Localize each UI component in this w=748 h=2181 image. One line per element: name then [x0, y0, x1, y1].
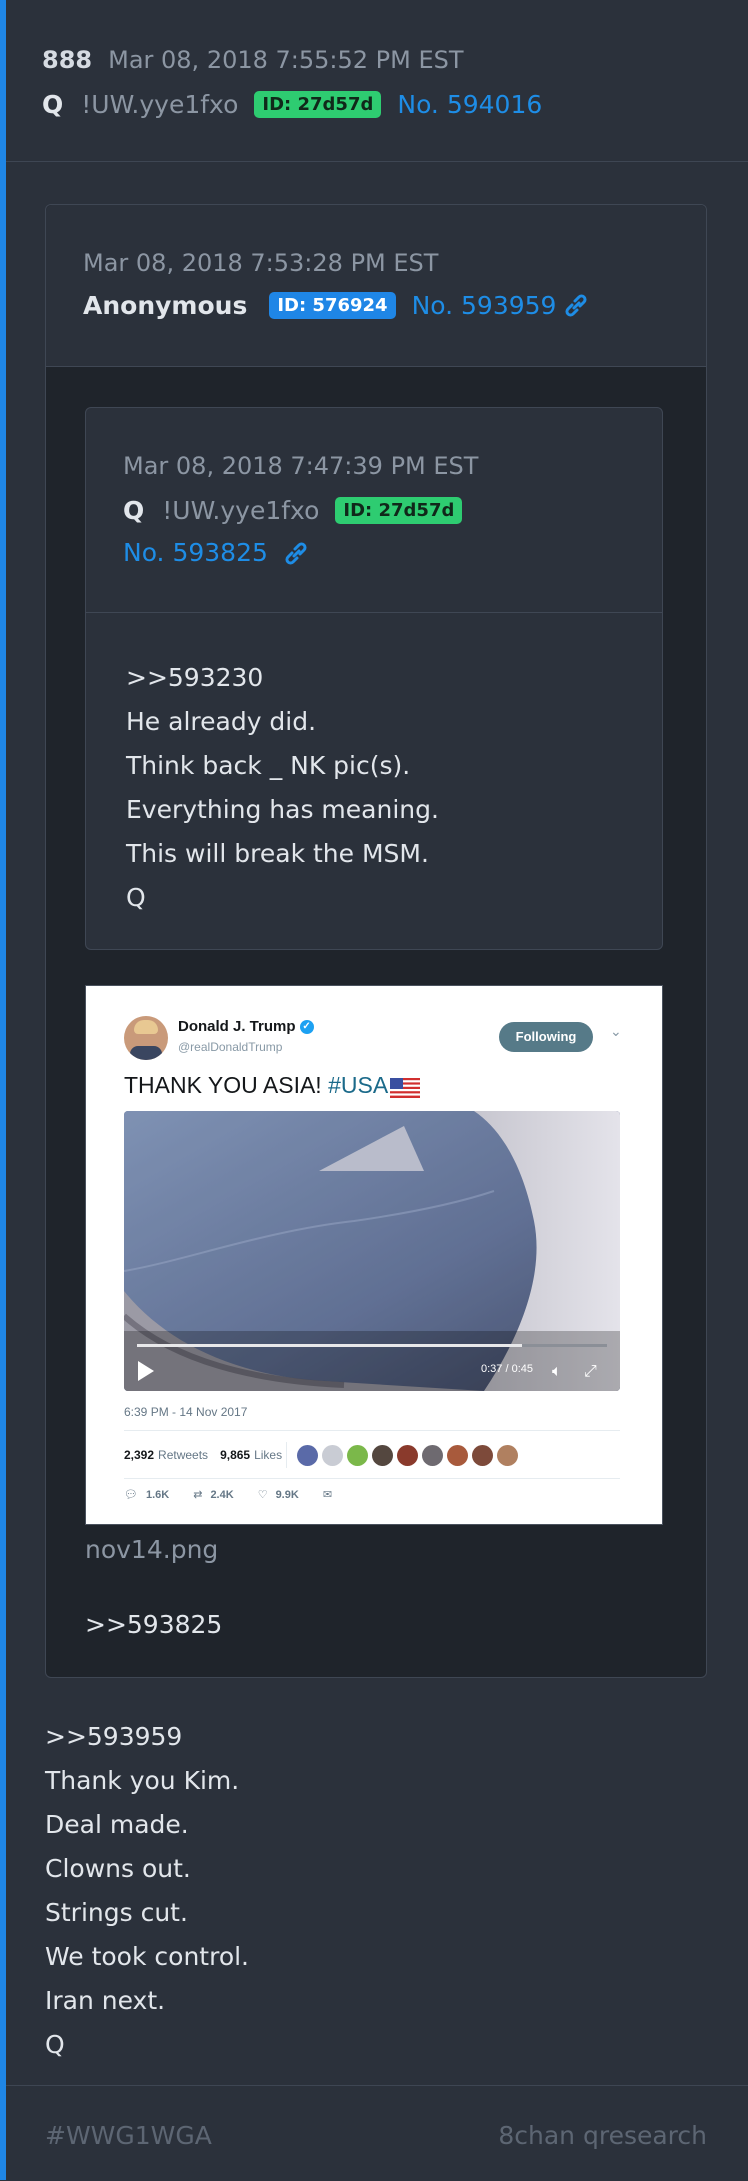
divider [124, 1478, 620, 1479]
mail-icon: ✉ [322, 1489, 333, 1501]
nested-quoted-post-card: Mar 08, 2018 7:47:39 PM EST Q !UW.yye1fx… [85, 407, 663, 950]
fullscreen-icon: ⤢ [584, 1361, 597, 1380]
nested-body-line: He already did. [126, 707, 317, 736]
quoted-post-date: Mar 08, 2018 7:53:28 PM EST [83, 249, 439, 277]
nested-author-row: Q !UW.yye1fxo ID: 27d57d [123, 496, 478, 525]
board-number: 888 [42, 46, 93, 74]
avatar [124, 1016, 168, 1060]
quoted-post-header: Mar 08, 2018 7:53:28 PM EST Anonymous ID… [46, 205, 706, 367]
quoted-post-card: Mar 08, 2018 7:53:28 PM EST Anonymous ID… [45, 204, 707, 1678]
like-icon: ♡ 9.9K [257, 1489, 299, 1501]
tweet-text: THANK YOU ASIA! #USA [124, 1072, 421, 1099]
nested-post-body: >>593230 He already did. Think back _ NK… [126, 656, 439, 920]
quoted-id-badge: ID: 576924 [269, 292, 396, 319]
nested-post-number-link[interactable]: No. 593825 [123, 538, 268, 567]
nested-author-name: Q [123, 496, 145, 525]
nested-number-row: No. 593825 [123, 538, 310, 567]
nested-tripcode: !UW.yye1fxo [162, 496, 320, 525]
image-filename[interactable]: nov14.png [85, 1535, 218, 1564]
body-line: Iran next. [45, 1986, 166, 2015]
body-line: Thank you Kim. [45, 1766, 240, 1795]
tripcode: !UW.yye1fxo [81, 90, 239, 119]
nested-post-date: Mar 08, 2018 7:47:39 PM EST [123, 452, 479, 480]
post-date: Mar 08, 2018 7:55:52 PM EST [108, 46, 464, 74]
tweet-actions: 💬︎ 1.6K ⇄ 2.4K ♡ 9.9K ✉ [124, 1488, 332, 1501]
nested-id-badge: ID: 27d57d [335, 497, 463, 524]
play-icon [138, 1361, 154, 1381]
liker-avatars [297, 1444, 519, 1466]
quoted-post-number-link[interactable]: No. 593959 [412, 291, 557, 320]
body-line: We took control. [45, 1942, 250, 1971]
nested-body-line: Everything has meaning. [126, 795, 439, 824]
us-flag-icon [390, 1077, 421, 1098]
tweet-stats: 2,392 Retweets 9,865 Likes [124, 1442, 519, 1468]
nested-body-line: Think back _ NK pic(s). [126, 751, 411, 780]
tweet-date: 6:39 PM - 14 Nov 2017 [124, 1405, 248, 1419]
post-header: 888 Mar 08, 2018 7:55:52 PM EST Q !UW.yy… [6, 0, 748, 162]
attached-tweet-image[interactable]: Donald J. Trump ✓ @realDonaldTrump Follow… [85, 985, 663, 1525]
body-line: Clowns out. [45, 1854, 191, 1883]
video-time: 0:37 / 0:45 [481, 1363, 533, 1375]
divider [124, 1430, 620, 1431]
video-progress-bar [137, 1344, 607, 1347]
following-button: Following [499, 1022, 593, 1052]
nested-body-line: Q [126, 883, 146, 912]
link-icon[interactable] [282, 542, 310, 566]
reply-icon: 💬︎ 1.6K [124, 1489, 170, 1501]
post-author-row: Q !UW.yye1fxo ID: 27d57d No. 594016 [42, 90, 542, 119]
chevron-down-icon: ⌄ [610, 1024, 622, 1040]
body-line: Q [45, 2030, 65, 2059]
link-icon[interactable] [562, 293, 590, 318]
footer-hashtag: #WWG1WGA [45, 2121, 212, 2150]
retweet-icon: ⇄ 2.4K [193, 1489, 234, 1501]
quoted-author-name: Anonymous [83, 291, 248, 320]
post-meta-row: 888 Mar 08, 2018 7:55:52 PM EST [42, 46, 464, 74]
post-body: >>593959 Thank you Kim. Deal made. Clown… [45, 1715, 249, 2067]
nested-post-header: Mar 08, 2018 7:47:39 PM EST Q !UW.yye1fx… [86, 408, 662, 613]
body-line: Strings cut. [45, 1898, 188, 1927]
tweet-author-name: Donald J. Trump ✓ [178, 1018, 314, 1035]
post-page: 888 Mar 08, 2018 7:55:52 PM EST Q !UW.yy… [6, 0, 748, 2180]
post-footer: #WWG1WGA 8chan qresearch [6, 2085, 748, 2181]
author-name: Q [42, 90, 64, 119]
tweet-hashtag: #USA [328, 1072, 389, 1098]
verified-badge-icon: ✓ [299, 1020, 314, 1035]
quoted-author-row: Anonymous ID: 576924 No. 593959 [83, 291, 590, 320]
tweet-video: 0:37 / 0:45 🔈︎ ⤢ [124, 1111, 620, 1391]
nested-body-line[interactable]: >>593230 [126, 656, 439, 700]
post-number-link[interactable]: No. 594016 [397, 90, 542, 119]
nested-body-line: This will break the MSM. [126, 839, 429, 868]
body-line[interactable]: >>593959 [45, 1715, 249, 1759]
body-line: Deal made. [45, 1810, 189, 1839]
poster-id-badge: ID: 27d57d [254, 91, 382, 118]
volume-icon: 🔈︎ [552, 1361, 562, 1380]
footer-source: 8chan qresearch [498, 2121, 707, 2150]
quoted-reply-link[interactable]: >>593825 [85, 1610, 222, 1639]
tweet-handle: @realDonaldTrump [178, 1040, 283, 1054]
